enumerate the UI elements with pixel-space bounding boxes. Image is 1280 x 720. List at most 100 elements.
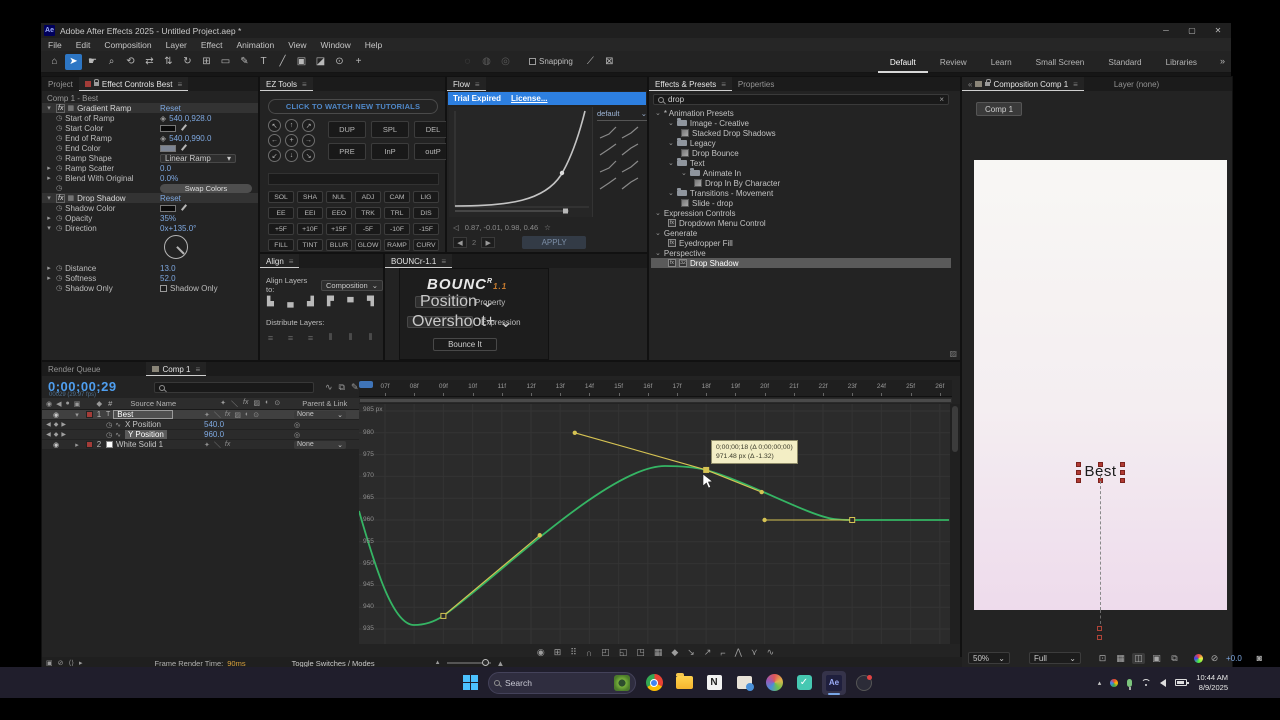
fx-icon[interactable]: fx — [243, 399, 248, 409]
tab-project[interactable]: Project — [42, 77, 79, 91]
twirl-icon[interactable]: ⌄ — [681, 169, 687, 177]
hand-tool-icon[interactable]: ☛ — [84, 54, 101, 70]
ez-button-dup[interactable]: DUP — [328, 121, 366, 138]
twirl-icon[interactable]: ▾ — [42, 104, 56, 112]
ez-button-tint[interactable]: TINT — [297, 239, 323, 251]
composition-mini-flowchart-icon[interactable]: ∿ — [325, 382, 333, 393]
license-link[interactable]: License... — [511, 94, 547, 103]
hold-icon[interactable]: ⌐ — [720, 648, 725, 658]
workspace-standard[interactable]: Standard — [1096, 51, 1153, 73]
bounce-it-button[interactable]: Bounce It — [433, 338, 497, 351]
shy-icon[interactable]: ✦ — [220, 399, 226, 409]
stopwatch-icon[interactable]: ◷ — [56, 124, 62, 132]
anchor-arrow-button[interactable]: → — [302, 134, 315, 147]
position-crosshair-icon[interactable]: ◈ — [160, 114, 166, 123]
comp-breadcrumb[interactable]: Comp 1 — [976, 102, 1022, 116]
layer-color[interactable] — [86, 411, 93, 418]
anchor-arrow-button[interactable]: ↙ — [268, 149, 281, 162]
start-button[interactable] — [458, 671, 482, 695]
ez-button-spl[interactable]: SPL — [371, 121, 409, 138]
property-row[interactable]: ◷Swap Colors — [42, 183, 258, 193]
solo-icon[interactable]: ● — [66, 400, 70, 408]
app-chrome[interactable] — [642, 671, 666, 695]
color-swatch[interactable] — [160, 145, 176, 152]
tab-flow[interactable]: Flow — [453, 80, 470, 89]
graph-icon[interactable]: ∿ — [115, 421, 121, 429]
tray-chevron-icon[interactable]: ▴ — [1098, 679, 1102, 687]
property-row[interactable]: ◷Ramp ShapeLinear Ramp▾ — [42, 153, 258, 163]
stopwatch-icon[interactable]: ◷ — [56, 154, 62, 162]
selection-handle[interactable] — [1076, 470, 1081, 475]
transparency-grid-icon[interactable]: ▦ — [1114, 653, 1127, 664]
mask-visibility-icon[interactable]: ◫ — [1132, 653, 1145, 664]
flow-preset-thumb[interactable] — [598, 142, 618, 157]
swap-colors-button[interactable]: Swap Colors — [160, 184, 252, 193]
property-value[interactable] — [160, 124, 188, 132]
ez-button-cam[interactable]: CAM — [384, 191, 410, 203]
tree-item-generate[interactable]: ⌄Generate — [651, 228, 951, 238]
expand-icon[interactable]: ▣ — [46, 659, 53, 667]
distribute-button[interactable]: ≡ — [284, 332, 297, 343]
bezier-values[interactable]: 0.87, -0.01, 0.98, 0.46 — [465, 223, 538, 232]
parent-dropdown[interactable]: None⌄ — [294, 411, 346, 419]
prev-page-button[interactable]: ◀ — [453, 237, 467, 248]
property-row[interactable]: ◷Shadow Color — [42, 203, 258, 213]
property-value[interactable]: 960.0 — [204, 430, 224, 439]
tree-item-dropdown-menu-control[interactable]: fxDropdown Menu Control — [651, 218, 951, 228]
ez-button-eeo[interactable]: EEO — [326, 207, 352, 219]
draft-3d-icon[interactable]: ⧉ — [339, 382, 345, 393]
ez-button-glow[interactable]: GLOW — [355, 239, 381, 251]
snapping-toggle[interactable]: Snapping — [529, 57, 573, 66]
ez-button-adj[interactable]: ADJ — [355, 191, 381, 203]
property-row[interactable]: ▸◷Opacity35% — [42, 213, 258, 223]
ruler-icon[interactable]: ⟋ — [582, 54, 599, 70]
align-button[interactable]: ▜ — [364, 296, 377, 307]
pickwhip-icon[interactable]: ◎ — [294, 431, 300, 439]
tab-layer[interactable]: Layer (none) — [1108, 77, 1165, 91]
tree-item-drop-bounce[interactable]: Drop Bounce — [651, 148, 951, 158]
effect-toggle-icon[interactable]: ◐ — [265, 399, 269, 409]
taskbar-search[interactable]: Search — [488, 672, 636, 694]
filter-icon[interactable]: ▸ — [79, 659, 83, 667]
twirl-icon[interactable]: ⌄ — [668, 189, 674, 197]
menu-view[interactable]: View — [281, 40, 313, 50]
position-value[interactable]: 540.0,928.0 — [169, 114, 211, 123]
ez-button-sha[interactable]: SHA — [297, 191, 323, 203]
minimize-button[interactable]: ─ — [1153, 23, 1179, 38]
align-button[interactable]: ▛ — [324, 296, 337, 307]
tab-comp-1[interactable]: Comp 1 ≡ — [146, 362, 206, 376]
twirl-icon[interactable]: ⌄ — [655, 229, 661, 237]
property-value[interactable]: 0x+135.0° — [160, 224, 196, 233]
zoom-out-mountain-icon[interactable]: ▲ — [435, 660, 441, 666]
stopwatch-icon[interactable]: ◷ — [106, 421, 112, 429]
tree-item-transitions-movement[interactable]: ⌄Transitions - Movement — [651, 188, 951, 198]
twirl-icon[interactable]: ▸ — [70, 441, 84, 449]
stopwatch-icon[interactable]: ◷ — [56, 214, 62, 222]
audio-icon[interactable]: ◀ — [56, 400, 61, 408]
trial-banner[interactable]: Trial Expired License... — [448, 92, 646, 105]
effect-header-drop-shadow[interactable]: ▾fx▦Drop ShadowReset — [42, 193, 258, 203]
menu-file[interactable]: File — [41, 40, 69, 50]
tree-item-animate-in[interactable]: ⌄Animate In — [651, 168, 951, 178]
panel-menu-icon[interactable]: ≡ — [302, 80, 307, 89]
parent-dropdown[interactable]: None⌄ — [294, 441, 346, 449]
flow-preset-thumb[interactable] — [598, 125, 618, 140]
numeric-value[interactable]: 13.0 — [160, 264, 176, 273]
ez-button-dis[interactable]: DIS — [413, 207, 439, 219]
selection-handle[interactable] — [1120, 462, 1125, 467]
selection-handle[interactable] — [1120, 478, 1125, 483]
panel-menu-icon[interactable]: ≡ — [177, 80, 182, 89]
align-button[interactable]: ▀ — [344, 296, 357, 307]
stopwatch-icon[interactable]: ◷ — [56, 224, 62, 232]
speaker-icon[interactable]: ◁ — [453, 223, 459, 232]
ez-button-sol[interactable]: SOL — [268, 191, 294, 203]
stopwatch-icon[interactable]: ◷ — [56, 144, 62, 152]
eyedropper-icon[interactable] — [179, 124, 188, 132]
expression-dropdown[interactable]: Overshoot+⌄ — [407, 316, 473, 328]
menu-edit[interactable]: Edit — [69, 40, 98, 50]
checkbox[interactable] — [160, 285, 167, 292]
menu-composition[interactable]: Composition — [97, 40, 158, 50]
dolly-camera-tool-icon[interactable]: ⇅ — [160, 54, 177, 70]
property-row[interactable]: ◷End Color — [42, 143, 258, 153]
menu-animation[interactable]: Animation — [229, 40, 281, 50]
